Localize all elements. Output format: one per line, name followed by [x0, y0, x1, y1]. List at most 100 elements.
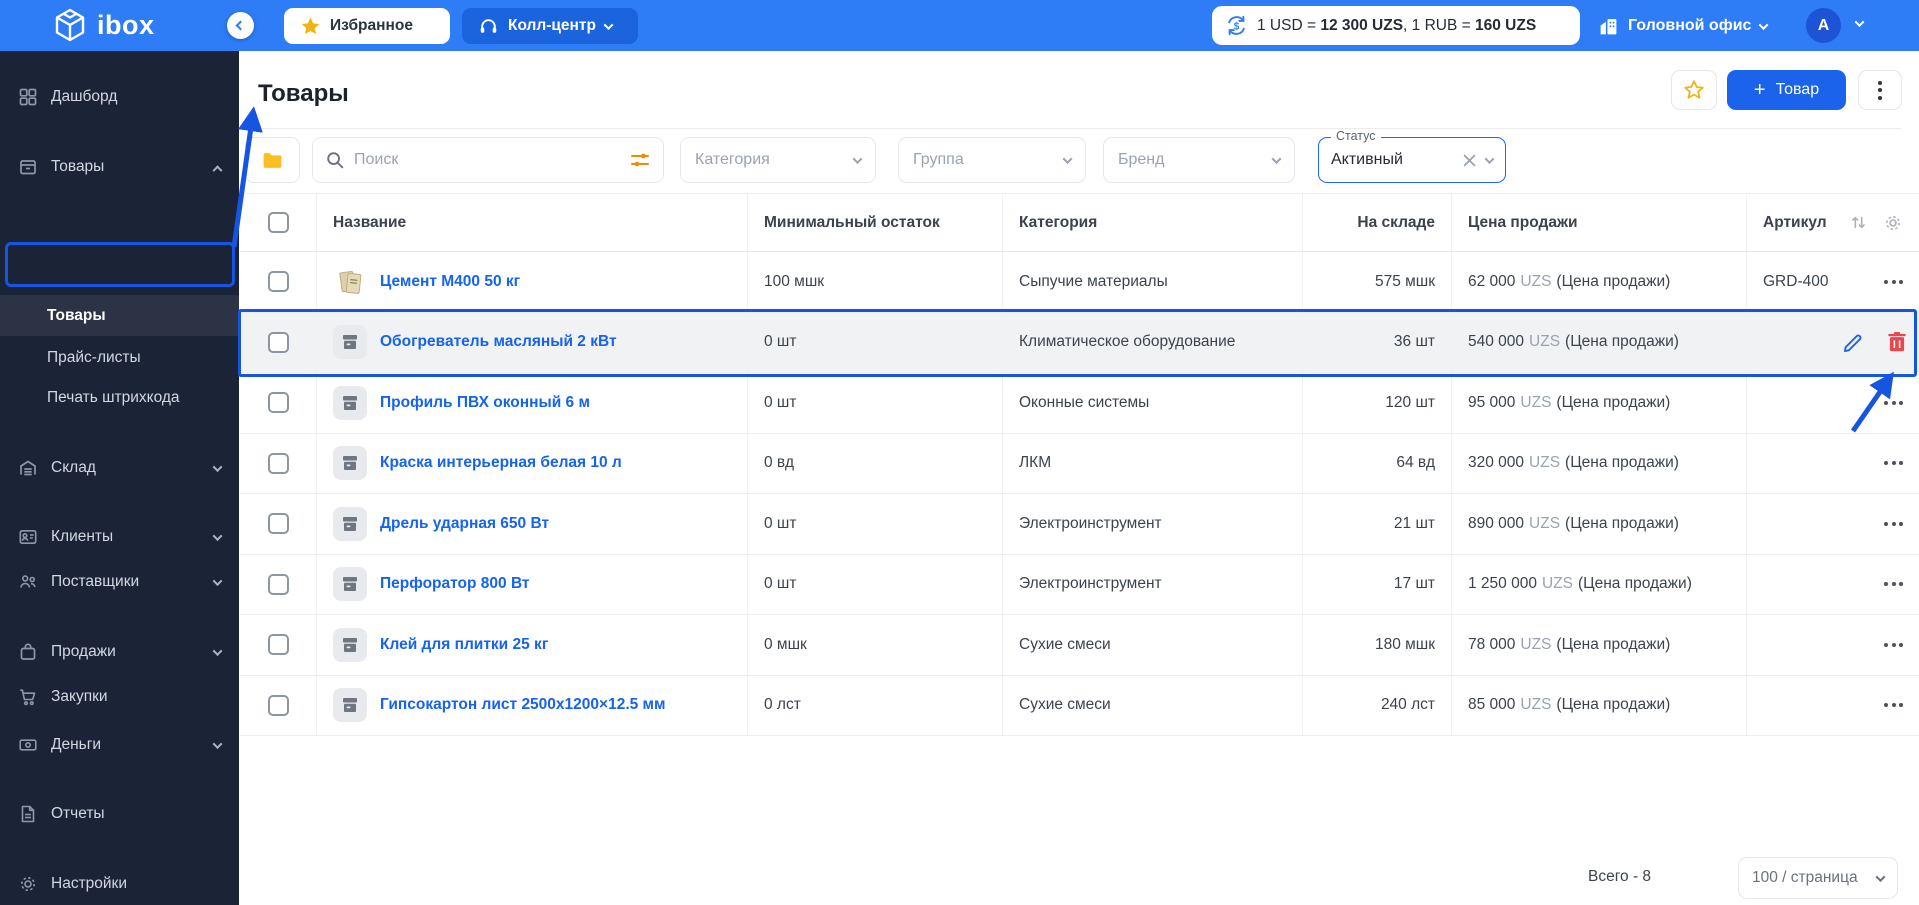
chevron-down-icon: [212, 645, 223, 656]
call-center-label: Колл-центр: [508, 17, 596, 34]
product-placeholder-icon: [333, 567, 367, 602]
chevron-down-icon: [1271, 153, 1282, 164]
product-link[interactable]: Перфоратор 800 Вт: [380, 575, 530, 593]
page-size-select[interactable]: 100 / страница: [1738, 857, 1898, 899]
product-placeholder-icon: [333, 325, 367, 360]
product-link[interactable]: Профиль ПВХ оконный 6 м: [380, 394, 590, 412]
row-actions-menu[interactable]: [1884, 279, 1903, 284]
group-filter-select[interactable]: Группа: [898, 137, 1086, 183]
toolbar-divider: [258, 128, 1901, 129]
page-more-menu-button[interactable]: [1858, 70, 1902, 110]
sort-icon[interactable]: [1850, 214, 1867, 231]
sales-bag-icon: [18, 642, 38, 662]
category-filter-select[interactable]: Категория: [680, 137, 876, 183]
row-checkbox[interactable]: [267, 573, 289, 595]
clients-icon: [18, 527, 38, 547]
gear-icon: [18, 874, 38, 894]
sidebar-item-products-group[interactable]: Товары: [0, 147, 239, 187]
sidebar-item-settings[interactable]: Настройки: [0, 864, 239, 904]
total-count-label: Всего - 8: [1588, 868, 1652, 885]
brand-filter-select[interactable]: Бренд: [1103, 137, 1295, 183]
user-avatar[interactable]: A: [1806, 8, 1841, 43]
table-row[interactable]: Гипсокартон лист 2500х1200×12.5 мм 0 лст…: [240, 675, 1919, 736]
sidebar-item-price-lists[interactable]: Прайс-листы: [0, 338, 239, 378]
product-link[interactable]: Цемент М400 50 кг: [380, 273, 520, 291]
table-row[interactable]: Дрель ударная 650 Вт 0 шт Электроинструм…: [240, 494, 1919, 555]
table-row[interactable]: Цемент М400 50 кг 100 мшк Сыпучие матери…: [240, 252, 1919, 313]
branch-label: Головной офис: [1628, 17, 1752, 34]
product-image-cement: [333, 265, 367, 299]
top-bar: ibox Избранное Колл-центр $ 1 USD = 12 3…: [0, 0, 1919, 51]
favorites-label: Избранное: [330, 17, 413, 34]
row-checkbox[interactable]: [267, 392, 289, 414]
product-placeholder-icon: [333, 385, 367, 420]
products-table: Название Минимальный остаток Категория Н…: [240, 193, 1919, 736]
add-product-button[interactable]: + Товар: [1727, 70, 1846, 110]
sidebar-item-purchases[interactable]: Закупки: [0, 677, 239, 717]
delete-trash-icon[interactable]: [1885, 330, 1909, 354]
select-all-checkbox[interactable]: [267, 212, 289, 233]
clear-filter-icon[interactable]: [1463, 154, 1476, 167]
chevron-left-icon: [235, 20, 246, 31]
sidebar-nav: Дашборд Товары Товары Прайс-листы Печать…: [0, 51, 239, 905]
search-input[interactable]: [354, 151, 620, 169]
table-row[interactable]: Краска интерьерная белая 10 л 0 вд ЛКМ 6…: [240, 433, 1919, 494]
column-settings-gear-icon[interactable]: [1883, 213, 1903, 233]
row-actions-menu[interactable]: [1884, 461, 1903, 466]
product-link[interactable]: Обогреватель масляный 2 кВт: [380, 333, 617, 351]
add-product-label: Товар: [1775, 81, 1820, 98]
building-icon: [1600, 18, 1617, 34]
product-link[interactable]: Гипсокартон лист 2500х1200×12.5 мм: [380, 696, 665, 714]
product-link[interactable]: Краска интерьерная белая 10 л: [380, 454, 622, 472]
folders-button[interactable]: [245, 137, 300, 183]
product-link[interactable]: Дрель ударная 650 Вт: [380, 515, 549, 533]
filter-sliders-icon[interactable]: [629, 149, 651, 171]
user-menu-chevron-icon[interactable]: [1854, 17, 1865, 28]
sidebar-item-suppliers[interactable]: Поставщики: [0, 562, 239, 602]
sidebar-item-clients[interactable]: Клиенты: [0, 517, 239, 557]
row-checkbox[interactable]: [267, 513, 289, 535]
row-checkbox[interactable]: [267, 271, 289, 293]
sidebar-item-sales[interactable]: Продажи: [0, 632, 239, 672]
call-center-button[interactable]: Колл-центр: [462, 8, 638, 44]
sidebar-item-warehouse[interactable]: Склад: [0, 448, 239, 488]
row-actions-menu[interactable]: [1884, 582, 1903, 587]
favorite-page-button[interactable]: [1671, 70, 1717, 110]
table-row-selected[interactable]: Обогреватель масляный 2 кВт 0 шт Климати…: [240, 312, 1919, 373]
row-checkbox[interactable]: [267, 634, 289, 656]
chevron-down-icon: [603, 19, 614, 30]
sidebar-item-reports[interactable]: Отчеты: [0, 794, 239, 834]
table-header-row: Название Минимальный остаток Категория Н…: [240, 193, 1919, 252]
currency-rates-widget[interactable]: $ 1 USD = 12 300 UZS, 1 RUB = 160 UZS: [1212, 6, 1580, 45]
sidebar-item-products[interactable]: Товары: [0, 295, 239, 336]
product-placeholder-icon: [333, 446, 367, 481]
edit-pencil-icon[interactable]: [1842, 331, 1865, 354]
status-filter-select[interactable]: Статус Активный: [1318, 129, 1506, 183]
product-link[interactable]: Клей для плитки 25 кг: [380, 636, 548, 654]
cart-icon: [18, 687, 38, 707]
row-checkbox[interactable]: [267, 694, 289, 716]
row-checkbox[interactable]: [267, 452, 289, 474]
row-actions-menu[interactable]: [1884, 400, 1903, 405]
row-actions-menu[interactable]: [1884, 521, 1903, 526]
page-title: Товары: [258, 80, 349, 107]
folder-icon: [263, 152, 282, 168]
row-actions-menu[interactable]: [1884, 703, 1903, 708]
plus-icon: +: [1753, 79, 1766, 101]
chevron-down-icon: [212, 461, 223, 472]
sidebar-collapse-button[interactable]: [227, 12, 254, 39]
row-actions-menu[interactable]: [1884, 642, 1903, 647]
row-checkbox[interactable]: [267, 331, 289, 353]
favorites-button[interactable]: Избранное: [284, 8, 450, 44]
sidebar-item-money[interactable]: Деньги: [0, 725, 239, 765]
cube-logo-icon: [55, 8, 85, 42]
branch-selector[interactable]: Головной офис: [1598, 12, 1769, 40]
table-row[interactable]: Клей для плитки 25 кг 0 мшк Сухие смеси …: [240, 615, 1919, 676]
table-row[interactable]: Перфоратор 800 Вт 0 шт Электроинструмент…: [240, 554, 1919, 615]
sidebar-item-barcode-print[interactable]: Печать штрихкода: [0, 378, 239, 418]
sidebar-item-dashboard[interactable]: Дашборд: [0, 77, 239, 117]
chevron-down-icon: [1062, 153, 1073, 164]
table-row[interactable]: Профиль ПВХ оконный 6 м 0 шт Оконные сис…: [240, 373, 1919, 434]
search-box: [312, 137, 664, 183]
chevron-down-icon: [212, 575, 223, 586]
